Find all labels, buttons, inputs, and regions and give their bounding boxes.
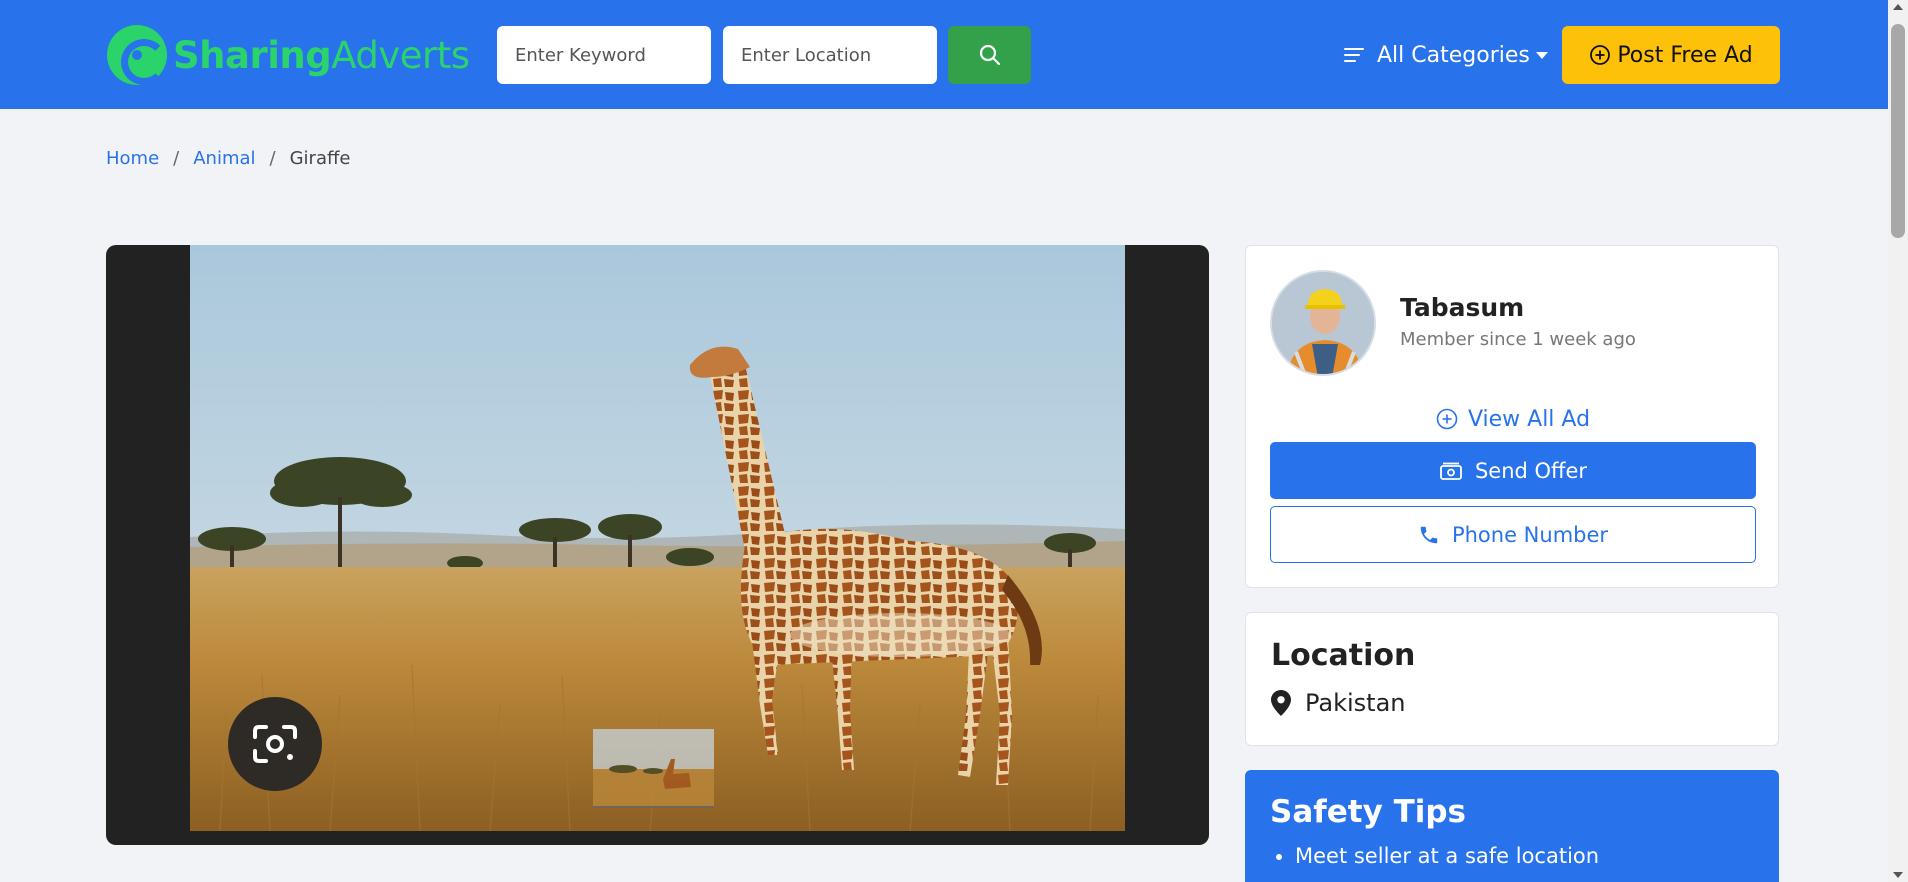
seller-avatar bbox=[1270, 270, 1376, 376]
gallery-thumbnail[interactable] bbox=[593, 729, 714, 808]
location-input[interactable] bbox=[723, 26, 937, 84]
safety-tips-list: Meet seller at a safe location bbox=[1295, 844, 1599, 876]
breadcrumb-separator: / bbox=[269, 148, 276, 169]
thumbnail-image bbox=[593, 729, 714, 806]
site-header: SharingAdverts All Categories Post Free … bbox=[0, 0, 1888, 109]
location-title: Location bbox=[1271, 638, 1416, 673]
image-search-lens-button[interactable] bbox=[228, 697, 322, 791]
phone-number-label: Phone Number bbox=[1451, 522, 1609, 547]
phone-number-button[interactable]: Phone Number bbox=[1270, 506, 1756, 563]
post-free-ad-label: Post Free Ad bbox=[1617, 42, 1753, 68]
camera-lens-icon bbox=[253, 725, 297, 763]
member-since: Member since 1 week ago bbox=[1400, 329, 1636, 350]
keyword-input[interactable] bbox=[497, 26, 711, 84]
scrollbar-thumb[interactable] bbox=[1891, 24, 1905, 238]
logo-swirl-icon bbox=[107, 25, 167, 85]
plus-circle-icon bbox=[1436, 408, 1458, 430]
site-logo[interactable]: SharingAdverts bbox=[107, 24, 470, 86]
avatar-image bbox=[1272, 272, 1374, 374]
all-categories-dropdown[interactable]: All Categories bbox=[1343, 36, 1548, 74]
logo-text: SharingAdverts bbox=[173, 34, 470, 77]
location-card: Location Pakistan bbox=[1245, 612, 1779, 746]
send-offer-label: Send Offer bbox=[1474, 458, 1588, 483]
post-free-ad-button[interactable]: Post Free Ad bbox=[1562, 26, 1780, 84]
seller-card: Tabasum Member since 1 week ago View All… bbox=[1245, 245, 1779, 588]
breadcrumb-category[interactable]: Animal bbox=[193, 148, 255, 169]
send-offer-button[interactable]: Send Offer bbox=[1270, 442, 1756, 499]
view-all-ads-label: View All Ad bbox=[1467, 406, 1591, 432]
logo-text-adverts: Adverts bbox=[331, 33, 470, 77]
chevron-down-icon bbox=[1535, 51, 1548, 59]
safety-tips-card: Safety Tips Meet seller at a safe locati… bbox=[1245, 770, 1779, 882]
phone-icon bbox=[1420, 526, 1438, 543]
scroll-down-arrow-icon[interactable] bbox=[1893, 872, 1903, 878]
all-categories-label: All Categories bbox=[1377, 42, 1530, 68]
plus-circle-icon bbox=[1590, 45, 1611, 65]
seller-name: Tabasum bbox=[1400, 293, 1525, 322]
view-all-ads-link[interactable]: View All Ad bbox=[1246, 399, 1780, 439]
safety-tips-title: Safety Tips bbox=[1270, 794, 1466, 830]
search-icon bbox=[979, 44, 1000, 66]
scroll-up-arrow-icon[interactable] bbox=[1893, 4, 1903, 10]
logo-text-sharing: Sharing bbox=[173, 33, 332, 77]
breadcrumb-separator: / bbox=[173, 148, 180, 169]
location-value: Pakistan bbox=[1305, 689, 1406, 717]
map-pin-icon bbox=[1271, 690, 1291, 716]
menu-lines-icon bbox=[1344, 48, 1364, 62]
ad-image-gallery[interactable] bbox=[106, 245, 1209, 845]
breadcrumb: Home / Animal / Giraffe bbox=[106, 148, 350, 169]
breadcrumb-home[interactable]: Home bbox=[106, 148, 159, 169]
safety-tip-item: Meet seller at a safe location bbox=[1295, 844, 1599, 868]
search-button[interactable] bbox=[948, 26, 1031, 84]
location-value-row: Pakistan bbox=[1271, 689, 1406, 717]
cash-icon bbox=[1440, 462, 1462, 480]
breadcrumb-current: Giraffe bbox=[289, 148, 351, 169]
page-scrollbar[interactable] bbox=[1888, 0, 1908, 882]
